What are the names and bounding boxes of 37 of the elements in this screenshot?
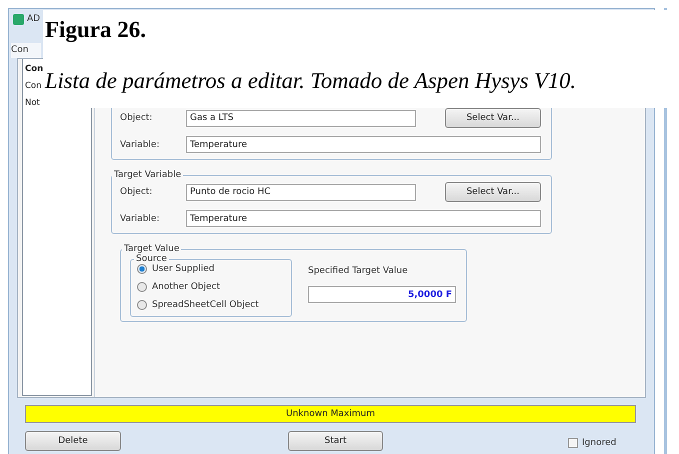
checkbox-label: Ignored (582, 438, 616, 448)
radio-icon[interactable] (137, 300, 147, 310)
object-label: Object: (120, 113, 154, 123)
object-label: Object: (120, 187, 154, 197)
object-field[interactable]: Punto de rocio HC (186, 184, 416, 200)
figure-caption: Lista de parámetros a editar. Tomado de Aspen Hysys V10. (45, 67, 578, 95)
app-icon (13, 14, 24, 24)
group-title: Target Value (123, 244, 180, 254)
variable-field[interactable]: Temperature (186, 210, 541, 227)
figure-label: Figura 26. (45, 16, 147, 44)
target-value-field[interactable]: 5,0000 F (308, 286, 456, 303)
radio-option[interactable]: Another Object (137, 282, 285, 292)
group-title: Target Variable (113, 170, 182, 180)
radio-label: Another Object (152, 282, 220, 292)
status-bar: Unknown Maximum (25, 405, 636, 423)
sidebar-item[interactable]: Con (25, 80, 42, 93)
tab[interactable]: Con (11, 43, 41, 58)
select-var-button[interactable]: Select Var... (445, 108, 541, 128)
variable-field[interactable]: Temperature (186, 136, 541, 153)
specified-value-label: Specified Target Value (308, 266, 409, 276)
radio-label: SpreadSheetCell Object (152, 300, 259, 310)
sidebar-item[interactable]: Not (25, 97, 40, 110)
radio-label: User Supplied (152, 264, 214, 274)
sidebar-item[interactable]: Con (25, 63, 44, 76)
radio-icon[interactable] (137, 264, 147, 274)
start-button[interactable]: Start (288, 431, 383, 451)
group-title: Source (135, 254, 168, 264)
variable-label: Variable: (120, 140, 160, 150)
radio-option[interactable]: User Supplied (137, 264, 285, 274)
variable-label: Variable: (120, 214, 160, 224)
window-title: AD (27, 14, 40, 24)
object-field[interactable]: Gas a LTS (186, 110, 416, 126)
select-var-button[interactable]: Select Var... (445, 182, 541, 202)
radio-icon[interactable] (137, 282, 147, 292)
checkbox[interactable] (568, 438, 578, 448)
radio-option[interactable]: SpreadSheetCell Object (137, 300, 285, 310)
delete-button[interactable]: Delete (25, 431, 121, 451)
